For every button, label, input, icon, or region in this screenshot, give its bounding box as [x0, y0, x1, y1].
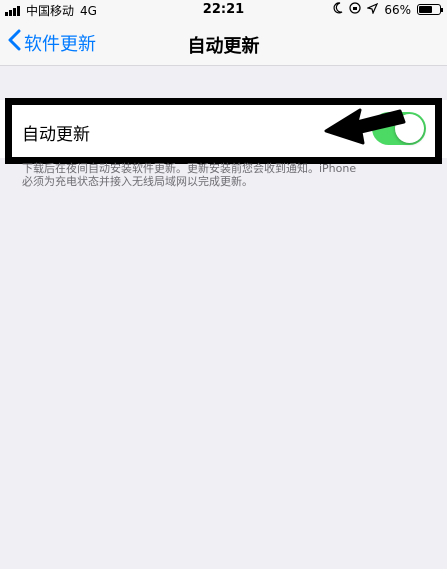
auto-update-row[interactable]: 自动更新	[0, 100, 447, 158]
auto-update-label: 自动更新	[22, 125, 90, 145]
auto-update-toggle[interactable]	[372, 112, 426, 145]
battery-percent: 66%	[384, 2, 411, 17]
auto-update-description: 下载后在夜间自动安装软件更新。更新安装前您会收到通知。iPhone 必须为充电状…	[22, 162, 357, 188]
location-arrow-icon	[366, 2, 379, 17]
status-bar-right: 66%	[333, 2, 443, 17]
rotation-lock-icon	[349, 2, 361, 17]
annotation-arrow-icon	[324, 108, 406, 145]
battery-icon	[417, 4, 443, 15]
page-title: 自动更新	[187, 36, 260, 57]
toggle-knob	[395, 114, 424, 143]
status-bar: 中国移动 4G 22:21 66%	[0, 0, 447, 20]
moon-icon	[333, 2, 343, 17]
navigation-bar: 软件更新 自动更新	[0, 20, 447, 66]
